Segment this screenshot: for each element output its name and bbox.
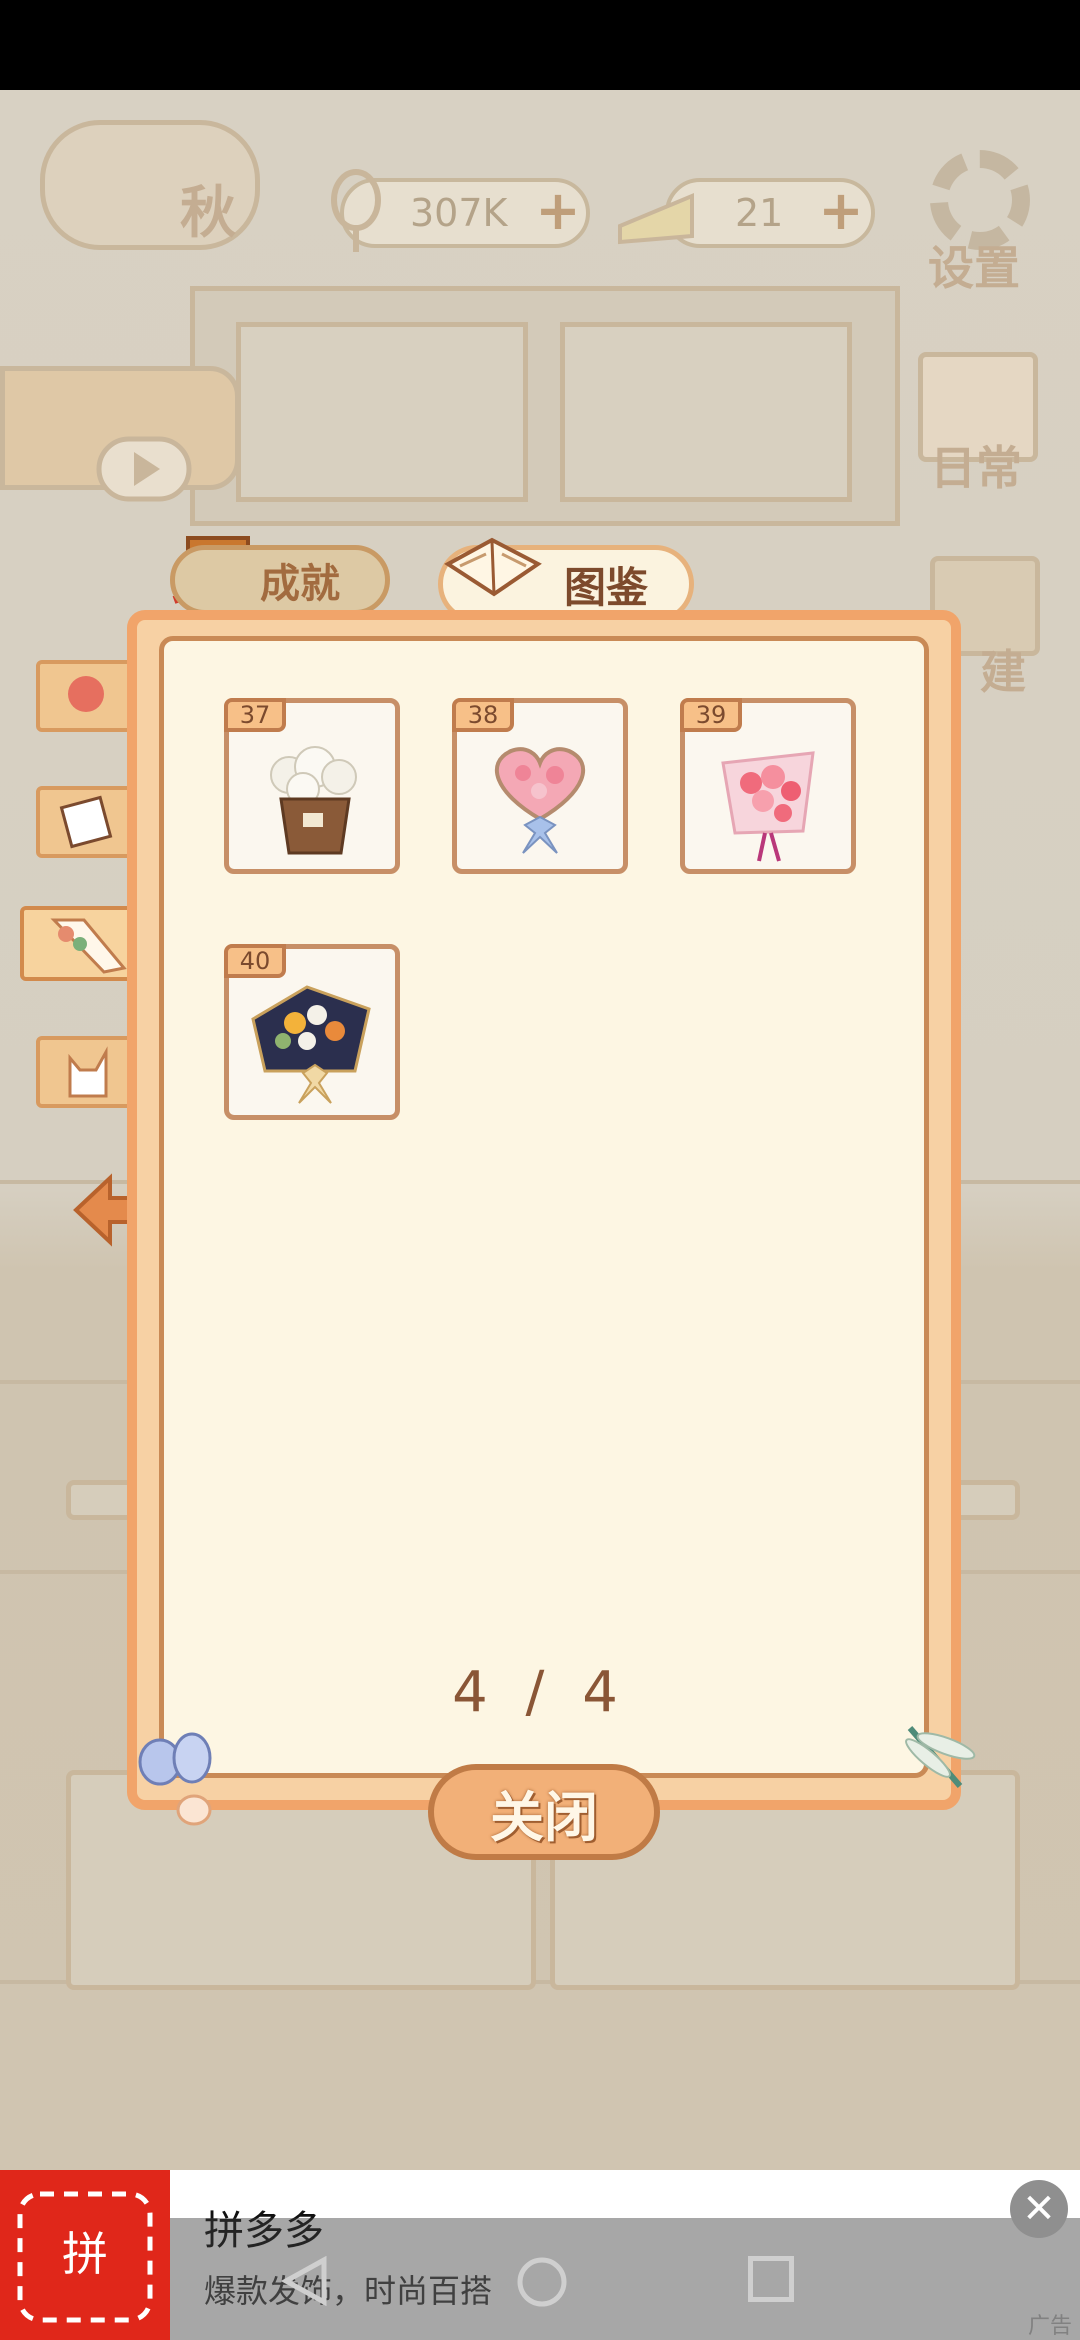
- cabinet-window: [560, 322, 852, 502]
- category-tab-cat[interactable]: [36, 1036, 136, 1108]
- cat-icon: [68, 1046, 108, 1098]
- nav-recents-icon[interactable]: [748, 2256, 794, 2302]
- collection-card-39[interactable]: 39: [680, 698, 856, 874]
- card-number: 40: [224, 944, 286, 978]
- build-label: 建: [980, 645, 1026, 699]
- collection-card-40[interactable]: 40: [224, 944, 400, 1120]
- book-icon: [444, 537, 542, 597]
- heart-pink-bouquet-icon: [494, 747, 586, 854]
- cheese-icon: [618, 193, 694, 245]
- cheese-amount: 21: [735, 191, 784, 235]
- dragonfly-icon: [905, 1726, 976, 1788]
- card-number: 39: [680, 698, 742, 732]
- tab-achievement[interactable]: 成就: [170, 545, 390, 615]
- navigation-bar: [170, 2218, 1080, 2340]
- rose-icon: [68, 676, 104, 712]
- play-icon[interactable]: [96, 436, 192, 502]
- add-cheese-button[interactable]: +: [818, 184, 864, 238]
- ad-close-icon: ✕: [1022, 2186, 1056, 2232]
- card-number: 38: [452, 698, 514, 732]
- category-tab-rose[interactable]: [36, 660, 136, 732]
- status-bar: [0, 0, 1080, 90]
- collection-card-38[interactable]: 38: [452, 698, 628, 874]
- player-label: 秋: [180, 181, 236, 246]
- white-flower-basket-icon: [270, 746, 357, 855]
- photo-icon: [59, 795, 113, 849]
- add-fish-button[interactable]: +: [535, 184, 581, 238]
- nav-home-icon[interactable]: [514, 2254, 570, 2310]
- ad-logo-text: 拼: [62, 2227, 108, 2281]
- navy-wrapped-bouquet-icon: [251, 985, 371, 1104]
- page-indicator: 4 / 4: [452, 1660, 628, 1725]
- collection-card-37[interactable]: 37: [224, 698, 400, 874]
- pinduoduo-logo-icon: 拼: [0, 2170, 170, 2340]
- tab-collection-label: 图鉴: [563, 562, 648, 612]
- close-button-label: 关闭: [490, 1785, 598, 1849]
- category-tab-photo[interactable]: [36, 786, 136, 858]
- fish-amount: 307K: [410, 191, 508, 235]
- cabinet-window: [236, 322, 528, 502]
- daily-label: 日常: [930, 441, 1022, 495]
- fish-bone-icon: [331, 169, 381, 252]
- card-number: 37: [224, 698, 286, 732]
- butterfly-icon: [138, 1732, 212, 1826]
- ad-close-button[interactable]: ✕: [1010, 2180, 1068, 2238]
- tab-achievement-label: 成就: [260, 561, 340, 607]
- nav-back-icon[interactable]: [280, 2256, 330, 2306]
- pink-rose-bouquet-icon: [721, 751, 815, 862]
- settings-label: 设置: [928, 241, 1020, 295]
- close-button[interactable]: 关闭: [428, 1764, 660, 1860]
